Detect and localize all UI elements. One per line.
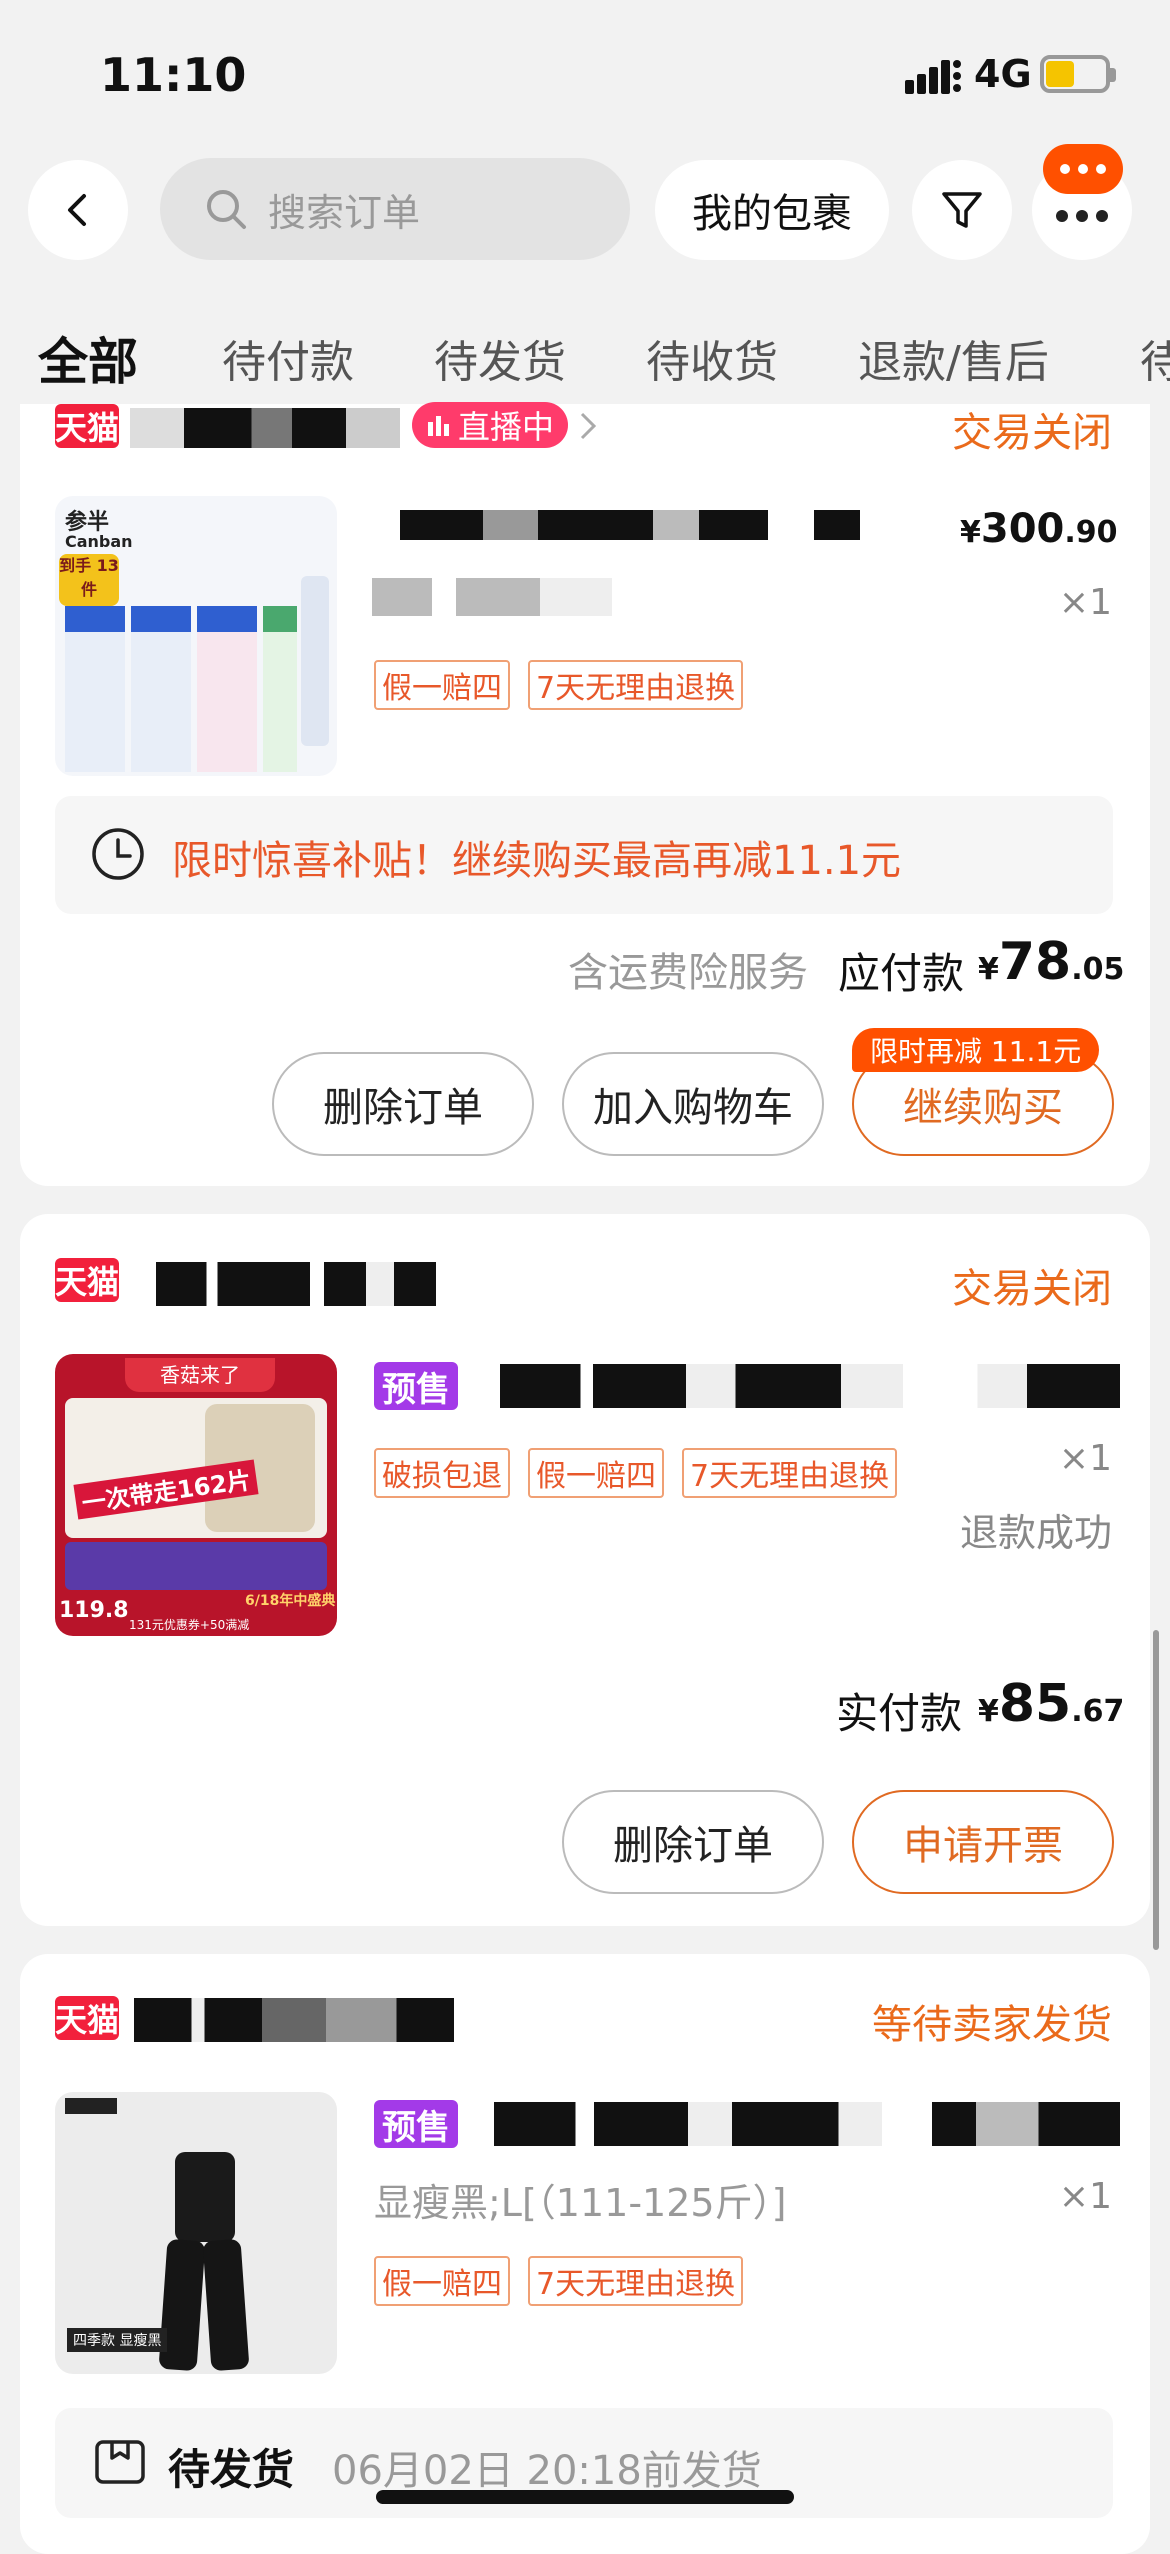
back-button[interactable]: [28, 160, 128, 260]
paid-amount-label: 实付款: [836, 1689, 963, 1738]
product-thumbnail[interactable]: 四季款 显瘦黑: [55, 2092, 337, 2374]
battery-level: [1046, 61, 1074, 87]
tmall-badge: 天猫: [55, 1996, 119, 2040]
shop-name-redacted[interactable]: [156, 1262, 436, 1306]
tab-more[interactable]: 待: [1140, 326, 1170, 390]
service-tag: 假一赔四: [528, 1448, 664, 1498]
thumb-brand-en: Canban: [65, 532, 133, 551]
amount-due: ¥78.05: [978, 932, 1125, 992]
filter-icon: [942, 192, 982, 228]
filter-button[interactable]: [912, 160, 1012, 260]
tmall-badge: 天猫: [55, 404, 119, 448]
request-invoice-button[interactable]: 申请开票: [852, 1790, 1114, 1894]
thumb-banner: 香菇来了: [125, 1358, 275, 1392]
paid-amount: ¥85.67: [978, 1674, 1125, 1734]
tab-refund[interactable]: 退款/售后: [858, 326, 1049, 390]
order-status: 等待卖家发货: [872, 2002, 1112, 2048]
service-tag: 7天无理由退换: [682, 1448, 898, 1498]
product-thumbnail[interactable]: 参半 Canban 到手 13件: [55, 496, 337, 776]
shipping-insurance-note: 含运费险服务: [568, 950, 808, 996]
shipping-deadline: 06月02日 20:18前发货: [332, 2448, 762, 2494]
home-indicator[interactable]: [376, 2490, 794, 2504]
presale-badge: 预售: [374, 2100, 458, 2148]
extra-discount-badge: 限时再减 11.1元: [852, 1028, 1100, 1072]
tab-all[interactable]: 全部: [38, 322, 138, 394]
product-title-redacted[interactable]: [400, 510, 860, 540]
thumb-event: 6/18年中盛典: [245, 1593, 336, 1609]
thumb-price: 119.8: [59, 1598, 129, 1623]
search-placeholder: 搜索订单: [268, 190, 421, 235]
service-tag: 假一赔四: [374, 660, 510, 710]
more-dots-icon: [1056, 210, 1108, 222]
product-thumbnail[interactable]: 香菇来了 一次带走162片 119.8 6/18年中盛典 131元优惠券+50满…: [55, 1354, 337, 1636]
service-tag: 假一赔四: [374, 2256, 510, 2306]
cellular-signal-icon: [905, 60, 961, 94]
shipping-status-label: 待发货: [168, 2445, 295, 2494]
shop-name-redacted[interactable]: [134, 1998, 454, 2042]
service-tag: 7天无理由退换: [528, 2256, 744, 2306]
thumb-coupon: 131元优惠券+50满减: [129, 1618, 250, 1632]
clock-icon: [92, 828, 144, 880]
add-to-cart-button[interactable]: 加入购物车: [562, 1052, 824, 1156]
my-packages-button[interactable]: 我的包裹: [655, 160, 889, 260]
search-icon: [207, 190, 246, 229]
thumb-corner-badge: 到手 13件: [59, 554, 119, 606]
product-title-redacted[interactable]: [494, 2102, 1120, 2146]
product-title-redacted[interactable]: [500, 1364, 1120, 1408]
presale-badge: 预售: [374, 1362, 458, 1410]
live-label: 直播中: [458, 408, 555, 446]
item-quantity: ×1: [1058, 2176, 1112, 2217]
message-badge-icon: [1043, 144, 1123, 194]
tab-pending-receipt[interactable]: 待收货: [646, 326, 778, 390]
tmall-badge: 天猫: [55, 1258, 119, 1302]
status-time: 11:10: [100, 48, 247, 102]
search-input[interactable]: 搜索订单: [160, 158, 630, 260]
item-price: ¥300.90: [960, 506, 1118, 552]
service-tag: 破损包退: [374, 1448, 510, 1498]
thumb-label: 四季款 显瘦黑: [67, 2328, 168, 2352]
product-sku-redacted: [372, 578, 612, 616]
product-sku: 显瘦黑;L[（111-125斤）]: [374, 2181, 787, 2225]
refund-status: 退款成功: [959, 1511, 1112, 1555]
item-quantity: ×1: [1058, 1438, 1112, 1479]
service-tag: 7天无理由退换: [528, 660, 744, 710]
tab-pending-payment[interactable]: 待付款: [222, 326, 354, 390]
promo-text: 限时惊喜补贴！继续购买最高再减11.1元: [172, 838, 902, 884]
shop-name-redacted[interactable]: [130, 408, 400, 448]
amount-due-label: 应付款: [838, 949, 965, 998]
tab-pending-shipment[interactable]: 待发货: [434, 326, 566, 390]
delete-order-button[interactable]: 删除订单: [272, 1052, 534, 1156]
live-bars-icon: [428, 416, 449, 436]
scrollbar[interactable]: [1153, 1630, 1159, 1950]
live-badge: 直播中: [412, 402, 569, 448]
network-type: 4G: [974, 52, 1032, 96]
chevron-right-icon: [580, 412, 597, 440]
chevron-left-icon: [68, 194, 86, 226]
delete-order-button[interactable]: 删除订单: [562, 1790, 824, 1894]
order-status: 交易关闭: [952, 1266, 1112, 1312]
order-status: 交易关闭: [952, 410, 1112, 456]
battery-tip: [1110, 68, 1116, 82]
item-quantity: ×1: [1058, 582, 1112, 623]
package-icon: [95, 2440, 145, 2484]
